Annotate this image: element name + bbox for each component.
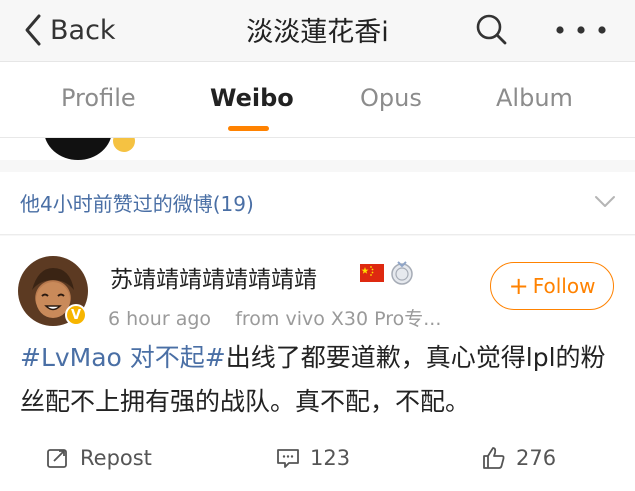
like-icon bbox=[483, 447, 505, 469]
post-meta: 6 hour ago from vivo X30 Pro专... bbox=[108, 304, 441, 331]
back-label: Back bbox=[50, 14, 116, 46]
comment-button[interactable]: 123 bbox=[276, 446, 350, 470]
follow-label: Follow bbox=[532, 274, 596, 298]
like-count: 276 bbox=[516, 446, 557, 470]
verified-badge: V bbox=[65, 304, 87, 326]
china-flag-icon bbox=[360, 264, 384, 282]
profile-tabs: Profile Weibo Opus Album bbox=[0, 62, 635, 138]
tab-profile[interactable]: Profile bbox=[61, 84, 136, 112]
avatar[interactable]: V bbox=[18, 256, 88, 326]
comment-icon bbox=[277, 449, 299, 468]
repost-button[interactable]: Repost bbox=[46, 446, 152, 470]
post-text: #LvMao 对不起#出线了都要道歉，真心觉得lpl的粉丝配不上拥有强的战队。真… bbox=[20, 336, 620, 424]
post-actions: Repost 123 276 bbox=[0, 436, 635, 486]
partial-verified-badge bbox=[113, 138, 135, 152]
active-tab-indicator bbox=[228, 126, 269, 131]
tab-opus[interactable]: Opus bbox=[360, 84, 422, 112]
tab-weibo[interactable]: Weibo bbox=[210, 84, 294, 112]
liked-posts-label: 他4小时前赞过的微博(19) bbox=[20, 192, 254, 216]
back-button[interactable]: Back bbox=[22, 12, 116, 48]
top-navbar: Back 淡淡蓮花香i bbox=[0, 0, 635, 62]
post-card: V 苏靖靖靖靖靖靖靖靖 6 hour ago from vivo X30 Pro… bbox=[0, 236, 635, 491]
plus-icon: + bbox=[508, 272, 529, 300]
previous-card-strip bbox=[0, 138, 635, 160]
liked-posts-header[interactable]: 他4小时前赞过的微博(19) bbox=[0, 172, 635, 235]
weibo-profile-page: Back 淡淡蓮花香i Profile Weibo Opus Album 他4小… bbox=[0, 0, 635, 491]
chevron-left-icon bbox=[25, 14, 41, 46]
search-icon[interactable] bbox=[472, 12, 512, 48]
username[interactable]: 苏靖靖靖靖靖靖靖靖 bbox=[110, 260, 317, 294]
post-time: 6 hour ago bbox=[108, 308, 212, 330]
page-title: 淡淡蓮花香i bbox=[246, 17, 389, 48]
like-button[interactable]: 276 bbox=[482, 446, 556, 470]
repost-label: Repost bbox=[80, 446, 152, 470]
comment-count: 123 bbox=[310, 446, 351, 470]
more-icon[interactable] bbox=[551, 13, 611, 47]
partial-avatar bbox=[44, 138, 112, 160]
repost-icon bbox=[47, 449, 67, 468]
chevron-down-icon bbox=[595, 196, 615, 207]
hashtag-link[interactable]: #LvMao 对不起# bbox=[20, 343, 226, 372]
medal-icon bbox=[391, 261, 413, 285]
tab-album[interactable]: Album bbox=[496, 84, 573, 112]
follow-button[interactable]: + Follow bbox=[490, 262, 614, 310]
post-source: from vivo X30 Pro专... bbox=[235, 308, 442, 330]
